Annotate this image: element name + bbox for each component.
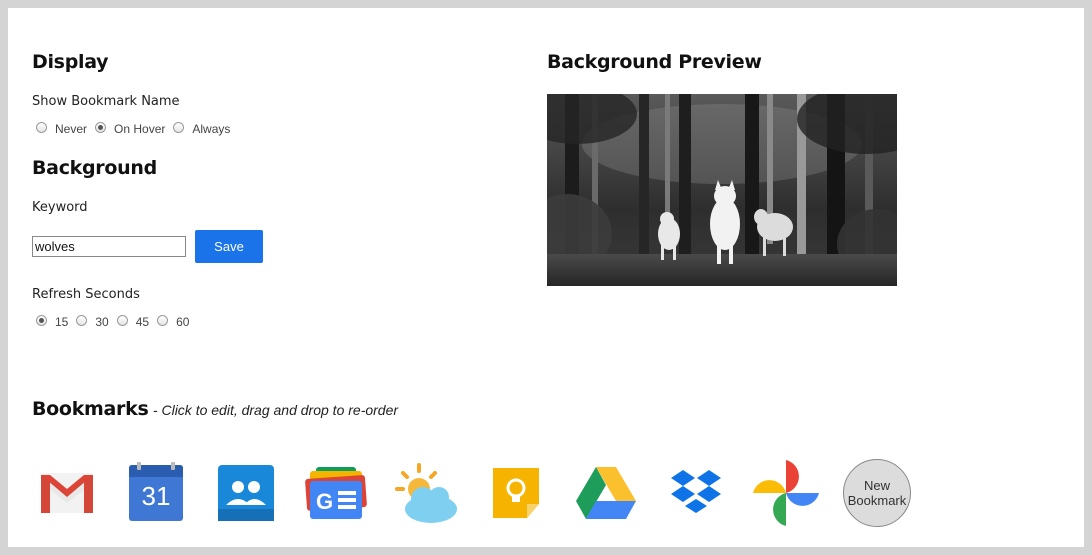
photos-icon xyxy=(753,460,819,526)
drive-icon xyxy=(576,467,636,519)
wolves-forest-image xyxy=(547,94,897,286)
radio-15[interactable] xyxy=(36,314,47,326)
save-button[interactable]: Save xyxy=(195,230,263,263)
show-bookmark-name-options: Never On Hover Always xyxy=(36,121,238,136)
new-bookmark-button[interactable]: New Bookmark xyxy=(842,458,912,528)
bookmarks-header: Bookmarks - Click to edit, drag and drop… xyxy=(32,398,398,420)
radio-on-hover[interactable] xyxy=(95,121,107,133)
google-news-icon: G xyxy=(305,467,367,519)
calendar-icon: 31 xyxy=(129,462,183,521)
radio-30-label: 30 xyxy=(95,315,109,329)
bookmark-drive[interactable] xyxy=(571,458,641,528)
keyword-label: Keyword xyxy=(32,200,88,215)
refresh-seconds-label: Refresh Seconds xyxy=(32,287,140,302)
weather-icon xyxy=(395,463,457,523)
bookmarks-heading: Bookmarks xyxy=(32,398,149,420)
show-bookmark-name-label: Show Bookmark Name xyxy=(32,94,180,109)
background-preview-heading: Background Preview xyxy=(547,51,762,73)
radio-on-hover-label: On Hover xyxy=(114,122,166,136)
bookmark-news[interactable]: G xyxy=(301,458,371,528)
svg-text:G: G xyxy=(316,489,333,514)
contacts-icon xyxy=(218,465,274,521)
radio-60[interactable] xyxy=(157,314,169,326)
calendar-date: 31 xyxy=(141,481,171,511)
radio-always[interactable] xyxy=(173,121,185,133)
display-heading: Display xyxy=(32,51,109,73)
radio-30[interactable] xyxy=(76,314,88,326)
radio-45[interactable] xyxy=(116,314,128,326)
radio-15-label: 15 xyxy=(55,315,69,329)
new-bookmark-label-line1: New xyxy=(863,478,890,493)
bookmark-calendar[interactable]: 31 xyxy=(121,458,191,528)
radio-always-label: Always xyxy=(192,122,231,136)
radio-never[interactable] xyxy=(36,121,47,133)
radio-60-label: 60 xyxy=(176,315,190,329)
bookmark-weather[interactable] xyxy=(391,458,461,528)
bookmark-dropbox[interactable] xyxy=(661,458,731,528)
radio-45-label: 45 xyxy=(135,315,150,329)
bookmark-contacts[interactable] xyxy=(211,458,281,528)
background-heading: Background xyxy=(32,157,157,179)
keyword-input[interactable] xyxy=(32,236,186,257)
new-bookmark-circle: New Bookmark xyxy=(843,459,911,527)
bookmark-photos[interactable] xyxy=(751,458,821,528)
bookmark-keep[interactable] xyxy=(481,458,551,528)
gmail-icon xyxy=(41,473,93,513)
refresh-seconds-options: 15 30 45 60 xyxy=(36,314,197,329)
bookmark-gmail[interactable] xyxy=(32,458,102,528)
keep-icon xyxy=(493,468,539,518)
radio-never-label: Never xyxy=(55,122,88,136)
dropbox-icon xyxy=(671,470,721,513)
bookmarks-subheading: - Click to edit, drag and drop to re-ord… xyxy=(152,402,399,418)
settings-panel: Display Show Bookmark Name Never On Hove… xyxy=(8,8,1084,547)
background-preview-image xyxy=(547,94,897,286)
new-bookmark-label-line2: Bookmark xyxy=(847,493,907,508)
